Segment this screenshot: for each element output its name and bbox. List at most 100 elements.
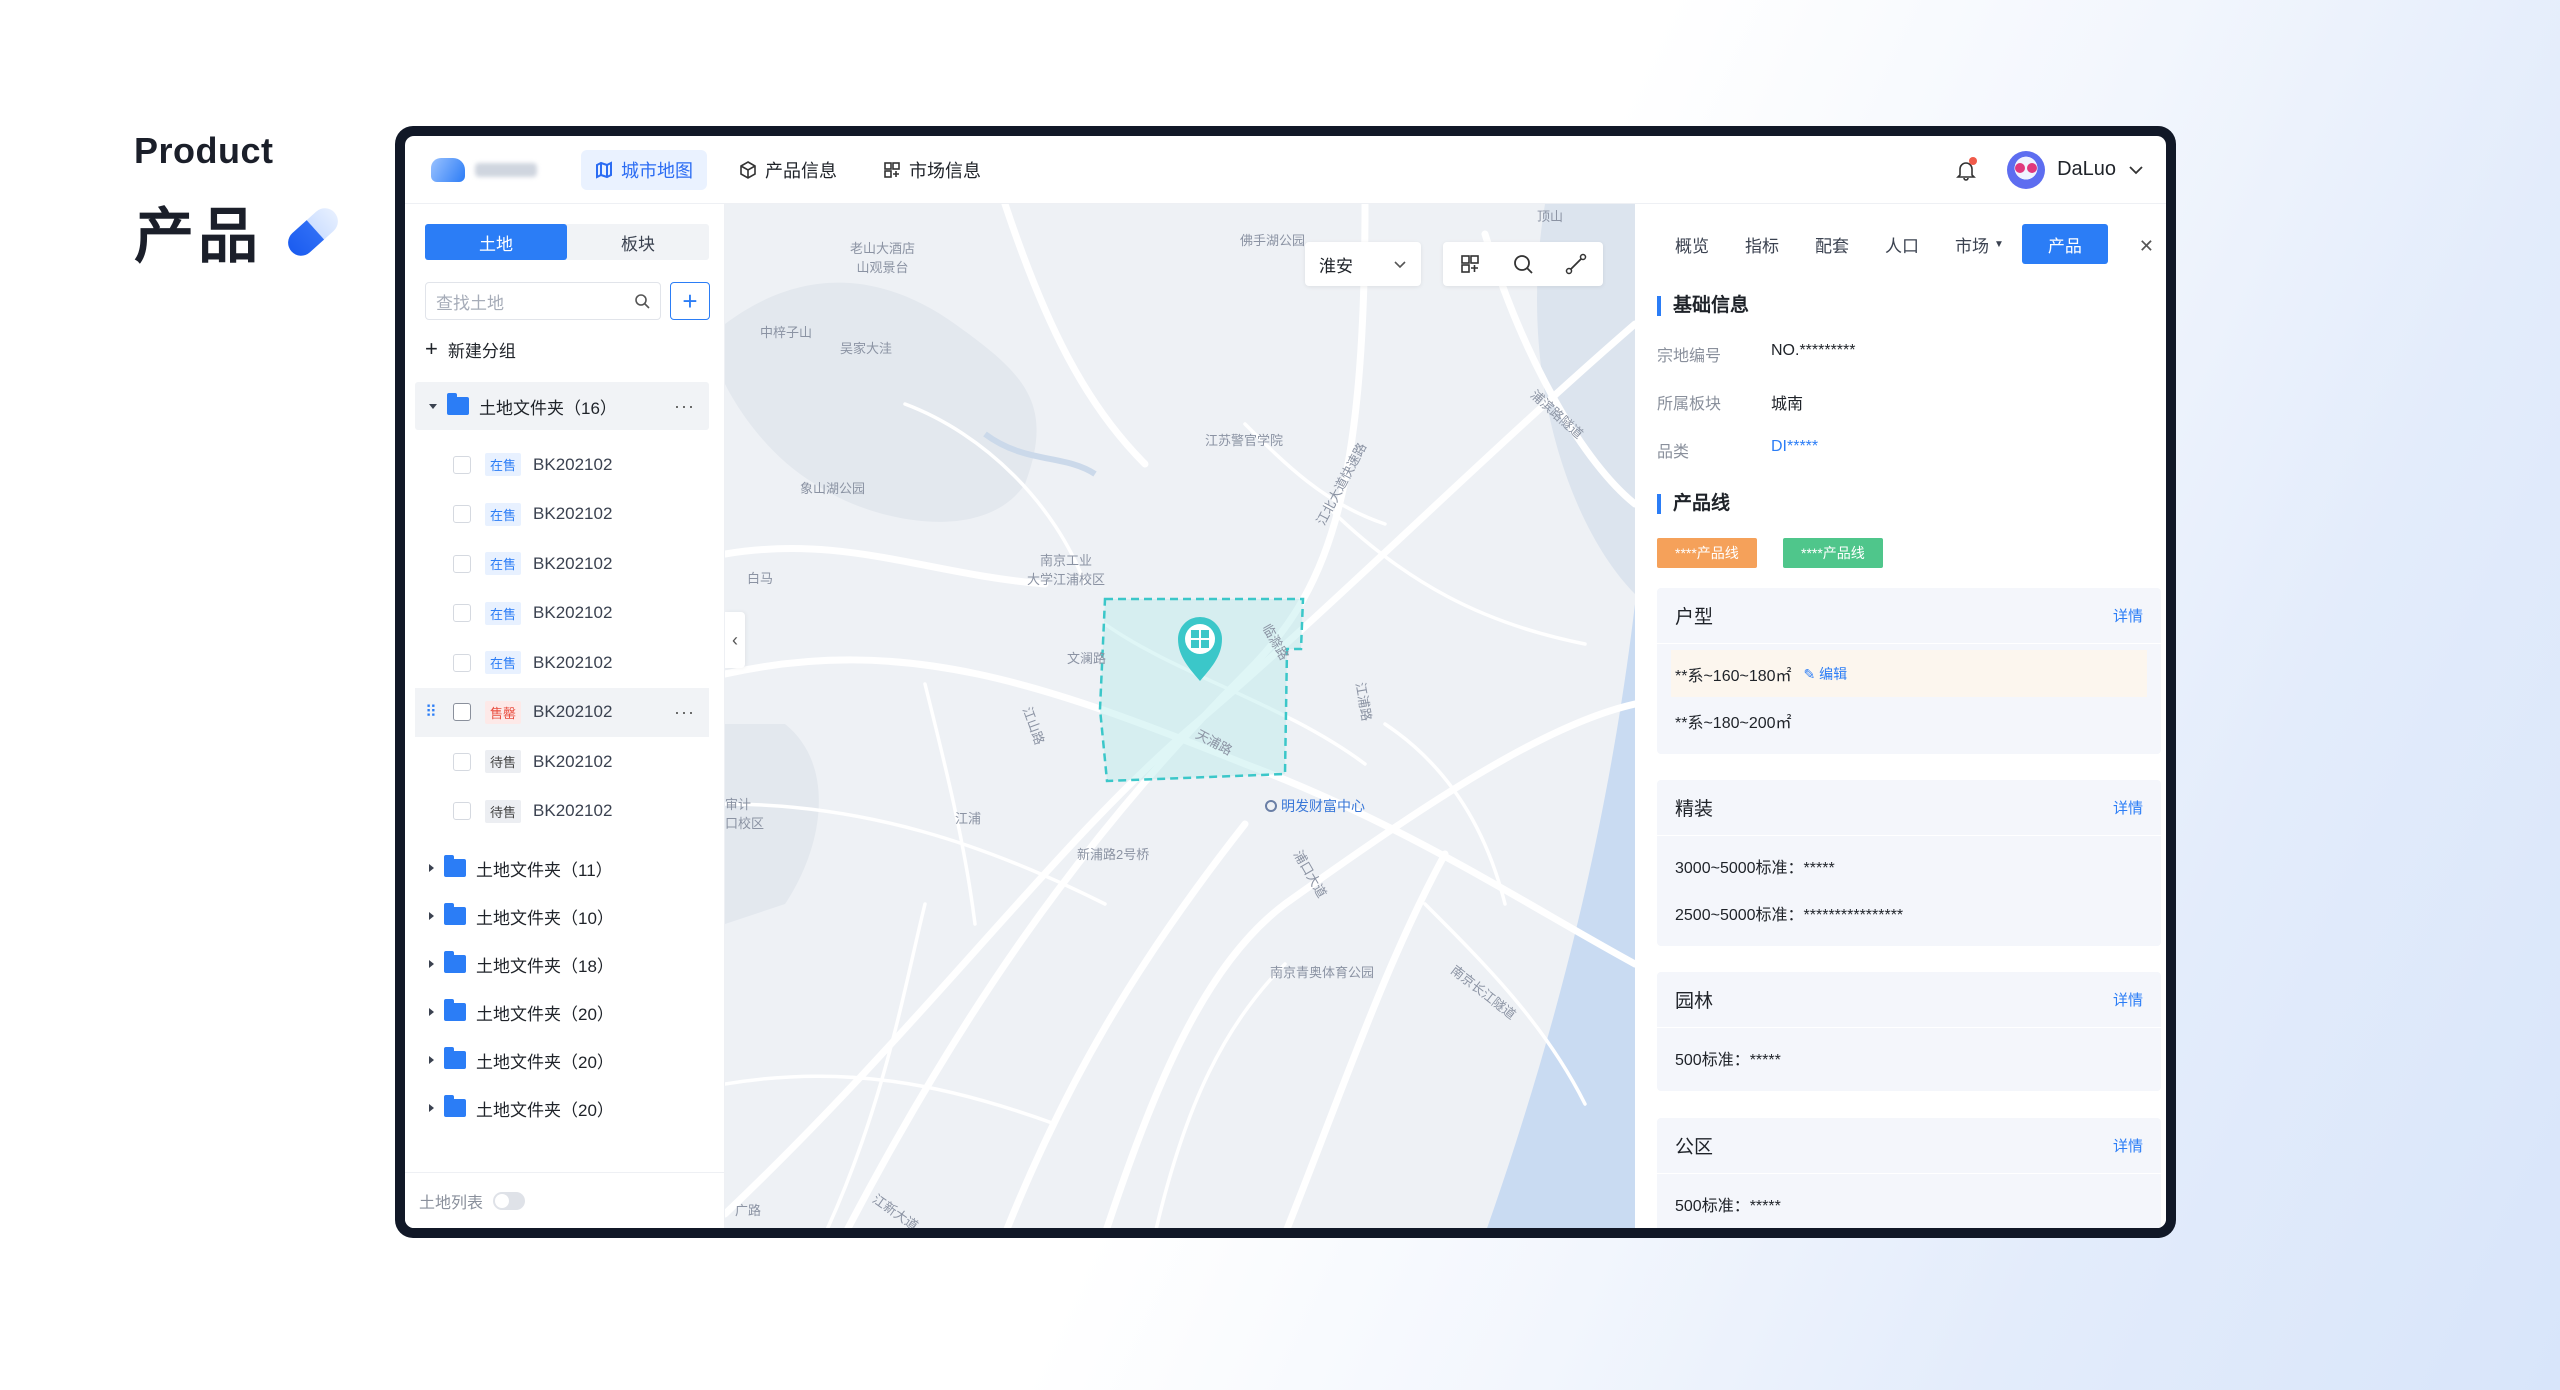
nav-city-map[interactable]: 城市地图	[581, 149, 707, 190]
folder-collapsed[interactable]: 土地文件夹（10）	[415, 892, 709, 940]
tab-indicators[interactable]: 指标	[1727, 224, 1797, 264]
status-badge: 在售	[485, 453, 522, 477]
tab-overview[interactable]: 概览	[1657, 224, 1727, 264]
land-code: BK202102	[533, 702, 613, 722]
checkbox[interactable]	[453, 554, 471, 573]
drag-handle-icon[interactable]: ⠿	[425, 702, 445, 722]
folder-icon	[447, 393, 469, 415]
more-icon[interactable]: ···	[674, 396, 695, 417]
checkbox[interactable]	[453, 604, 471, 623]
map-search-button[interactable]	[1511, 252, 1535, 276]
card-header: 精装 详情	[1657, 780, 2161, 836]
collapse-sidebar-button[interactable]: ‹	[725, 612, 745, 668]
land-list-toggle[interactable]	[493, 1191, 526, 1210]
app-frame: 城市地图 产品信息 市场信息 DaLuo 土地 板块 查找土地 + + 新建分组…	[395, 126, 2176, 1238]
kv-row: 品类 DI*****	[1657, 438, 1818, 462]
segmented-control: 土地 板块	[425, 224, 709, 260]
nav-product-info[interactable]: 产品信息	[725, 150, 851, 190]
more-icon[interactable]: ···	[674, 702, 695, 723]
map-icon	[596, 160, 612, 179]
list-item[interactable]: 在售 BK202102	[415, 589, 709, 639]
detail-link[interactable]: 详情	[2113, 797, 2143, 818]
checkbox[interactable]	[453, 455, 471, 474]
seg-land[interactable]: 土地	[425, 224, 567, 260]
map-label: 佛手湖公园	[1240, 233, 1306, 248]
folder-collapsed[interactable]: 土地文件夹（20）	[415, 988, 709, 1036]
list-item[interactable]: 在售 BK202102	[415, 440, 709, 490]
top-right: DaLuo	[1955, 150, 2166, 189]
land-tree: 土地文件夹（16） ··· 在售 BK202102 在售 BK202102 在售 BK…	[415, 382, 709, 1132]
caret-right-icon[interactable]	[429, 912, 434, 920]
folder-collapsed[interactable]: 土地文件夹（18）	[415, 940, 709, 988]
measure-button[interactable]	[1564, 252, 1588, 276]
land-code: BK202102	[533, 504, 613, 524]
seg-block[interactable]: 板块	[567, 224, 709, 260]
plus-icon: +	[682, 285, 698, 316]
poi-marker[interactable]: 明发财富中心	[1265, 796, 1365, 816]
folder-collapsed[interactable]: 土地文件夹（20）	[415, 1036, 709, 1084]
main-nav: 城市地图 产品信息 市场信息	[581, 149, 995, 190]
hero-title-zh-text: 产品	[134, 203, 262, 270]
detail-link[interactable]: 详情	[2113, 989, 2143, 1010]
detail-link[interactable]: 详情	[2113, 1135, 2143, 1156]
checkbox[interactable]	[453, 752, 471, 771]
status-badge: 在售	[485, 651, 522, 675]
product-line-tag[interactable]: ****产品线	[1783, 538, 1883, 568]
folder-collapsed[interactable]: 土地文件夹（11）	[415, 844, 709, 892]
folder-open[interactable]: 土地文件夹（16） ···	[415, 382, 709, 430]
caret-right-icon[interactable]	[429, 1104, 434, 1112]
detail-link[interactable]: 详情	[2113, 605, 2143, 626]
edit-link[interactable]: ✎ 编辑	[1804, 664, 1848, 684]
tab-market[interactable]: 市场 ▼	[1937, 224, 2022, 264]
list-item[interactable]: 待售 BK202102	[415, 737, 709, 787]
city-select[interactable]: 淮安	[1305, 242, 1421, 286]
app-window: 城市地图 产品信息 市场信息 DaLuo 土地 板块 查找土地 + + 新建分组…	[405, 136, 2166, 1228]
layers-button[interactable]	[1458, 252, 1482, 276]
caret-right-icon[interactable]	[429, 960, 434, 968]
product-line-tag[interactable]: ****产品线	[1657, 538, 1757, 568]
map-label: 吴家大洼	[840, 341, 893, 356]
caret-right-icon[interactable]	[429, 1056, 434, 1064]
nav-market-info[interactable]: 市场信息	[869, 150, 995, 190]
map-label: 南京工业 大学江浦校区	[1027, 553, 1106, 587]
card-row[interactable]: **系~160~180㎡ ✎ 编辑	[1671, 650, 2147, 697]
add-land-button[interactable]: +	[670, 282, 710, 320]
map-label: 中梓子山	[760, 325, 813, 340]
nav-city-map-label: 城市地图	[621, 160, 693, 181]
folder-collapsed[interactable]: 土地文件夹（20）	[415, 1084, 709, 1132]
list-item[interactable]: 在售 BK202102	[415, 539, 709, 589]
map-label: 新浦路2号桥	[1077, 847, 1150, 862]
user-menu[interactable]: DaLuo	[2007, 150, 2144, 189]
checkbox[interactable]	[453, 802, 471, 821]
caret-down-icon[interactable]	[429, 403, 437, 409]
tab-population[interactable]: 人口	[1867, 224, 1937, 264]
notification-bell[interactable]	[1955, 156, 1978, 181]
checkbox[interactable]	[453, 653, 471, 672]
search-input[interactable]: 查找土地	[425, 282, 661, 320]
land-code: BK202102	[533, 553, 613, 573]
folder-icon	[444, 903, 466, 925]
caret-right-icon[interactable]	[429, 864, 434, 872]
card-landscape: 园林 详情 500标准：*****	[1657, 972, 2161, 1091]
new-group-button[interactable]: + 新建分组	[425, 336, 516, 362]
tab-facilities[interactable]: 配套	[1797, 224, 1867, 264]
kv-row: 宗地编号 NO.*********	[1657, 342, 1855, 366]
list-item[interactable]: 在售 BK202102	[415, 638, 709, 688]
kv-value-link[interactable]: DI*****	[1771, 438, 1818, 462]
tab-product[interactable]: 产品	[2021, 224, 2108, 264]
city-map[interactable]: 老山大酒店 山观景台 中梓子山 吴家大洼 江苏警官学院 象山湖公园 南京工业 大…	[725, 204, 1635, 1228]
folder-label: 土地文件夹（18）	[476, 956, 614, 976]
map-label: 江浦	[955, 811, 982, 826]
card-row-text: 500标准：*****	[1675, 1051, 1781, 1069]
checkbox[interactable]	[453, 703, 471, 722]
caret-right-icon[interactable]	[429, 1008, 434, 1016]
list-item-hovered[interactable]: ⠿ 售罄 BK202102 ···	[415, 687, 709, 737]
list-item[interactable]: 在售 BK202102	[415, 490, 709, 540]
list-item[interactable]: 待售 BK202102	[415, 787, 709, 837]
checkbox[interactable]	[453, 505, 471, 524]
card-row: **系~180~200㎡	[1675, 697, 2143, 744]
logo[interactable]	[431, 157, 581, 182]
card-public-area: 公区 详情 500标准：*****	[1657, 1118, 2161, 1228]
folder-label: 土地文件夹（20）	[476, 1052, 614, 1072]
close-icon[interactable]: ✕	[2139, 236, 2154, 257]
